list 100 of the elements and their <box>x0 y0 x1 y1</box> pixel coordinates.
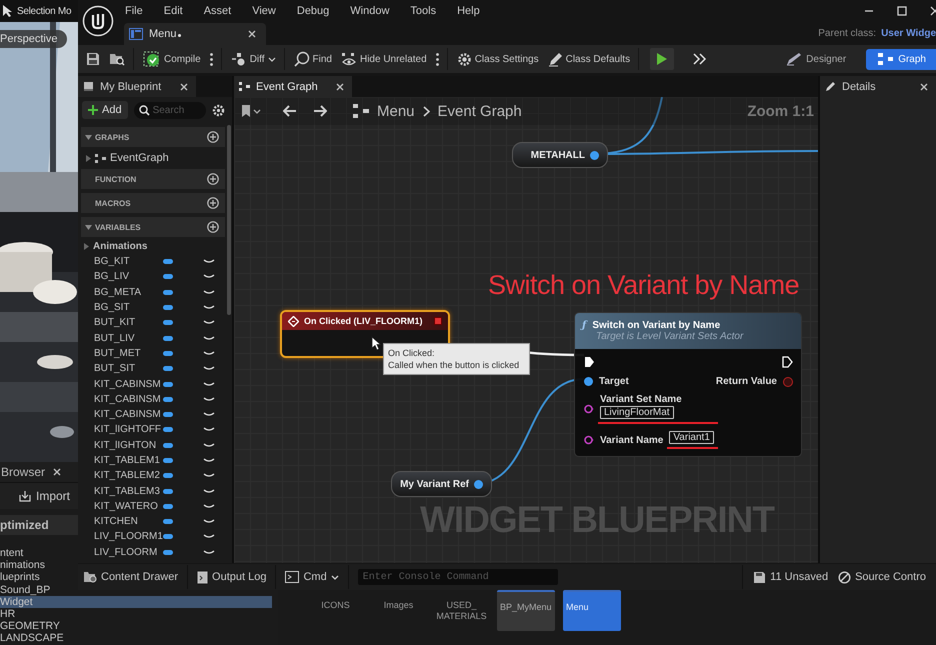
folder-tile[interactable]: USED_ MATERIALS <box>434 590 489 622</box>
variable-item[interactable]: KIT_TABLEM3 <box>94 486 163 497</box>
breadcrumb-item[interactable]: Event Graph <box>438 102 522 120</box>
class-defaults-button[interactable]: Class Defaults <box>548 48 640 70</box>
closed-eye-icon[interactable] <box>203 488 215 494</box>
variable-item[interactable]: KIT_TABLEM1 <box>94 455 163 466</box>
parent-class-link[interactable]: User Widge <box>881 28 936 39</box>
browser-tab[interactable]: Browser <box>1 465 46 479</box>
bottom-bar-button[interactable]: Cmd <box>285 565 349 589</box>
variable-item[interactable]: BG_KIT <box>94 256 163 268</box>
section-header[interactable]: GRAPHS <box>81 127 225 147</box>
section-header[interactable]: VARIABLES <box>81 217 225 237</box>
category-item[interactable]: Animations <box>93 241 148 252</box>
closed-eye-icon[interactable] <box>203 382 215 387</box>
diff-button[interactable]: Diff <box>230 48 285 70</box>
function-node[interactable]: ƒ Switch on Variant by Name Target is Level Variant Sets Actor Target Variant Set Name LivingFloorMat Variant Name Variant1 Return Value <box>574 312 802 457</box>
viewport-mode-label[interactable]: Perspective <box>0 30 68 48</box>
compile-button[interactable]: Compile <box>143 48 201 70</box>
scrollbar[interactable] <box>227 125 231 315</box>
collapsed-arrow-icon[interactable] <box>84 243 89 250</box>
closed-eye-icon[interactable] <box>203 473 215 478</box>
forward-arrow-icon[interactable] <box>313 105 327 117</box>
closed-eye-icon[interactable] <box>203 366 215 372</box>
close-icon[interactable] <box>930 6 936 16</box>
variable-item[interactable]: KIT_WATERO <box>94 500 163 512</box>
closed-eye-icon[interactable] <box>203 442 215 448</box>
section-header[interactable]: MACROS <box>81 193 225 213</box>
pin-icon[interactable] <box>584 404 594 414</box>
search-field[interactable]: Search <box>134 102 206 118</box>
variable-item[interactable]: BUT_LIV <box>94 332 163 344</box>
hide-unrelated-button[interactable]: Hide Unrelated <box>340 48 427 70</box>
closed-eye-icon[interactable] <box>203 412 215 418</box>
top-bar-entry[interactable]: Tools <box>410 5 436 17</box>
import-button[interactable]: Import <box>18 489 70 503</box>
add-circle-icon[interactable] <box>207 173 219 185</box>
folder-tile[interactable]: Images <box>371 590 426 611</box>
bookmark-icon[interactable] <box>241 105 261 117</box>
variable-node[interactable]: My Variant Ref <box>391 471 492 497</box>
settings-icon[interactable] <box>212 104 225 116</box>
closed-eye-icon[interactable] <box>203 458 215 463</box>
folder-item[interactable]: LANDSCAPE <box>0 632 64 644</box>
maximize-icon[interactable] <box>897 6 907 16</box>
closed-eye-icon[interactable] <box>203 427 215 432</box>
play-button[interactable] <box>650 48 674 70</box>
closed-eye-icon[interactable] <box>203 259 215 264</box>
pin-icon[interactable] <box>474 480 483 488</box>
folder-item[interactable]: Sound_BP <box>0 584 50 596</box>
add-circle-icon[interactable] <box>207 131 219 143</box>
pin-icon[interactable] <box>584 435 594 445</box>
my-blueprint-tab[interactable]: My Blueprint <box>78 76 196 97</box>
bottom-bar-button[interactable]: Output Log <box>197 565 276 589</box>
add-circle-icon[interactable] <box>207 197 219 209</box>
top-bar-entry[interactable]: File <box>125 5 143 17</box>
browse-button[interactable] <box>109 48 134 70</box>
event-graph-tab[interactable]: Event Graph <box>234 76 352 97</box>
variable-item[interactable]: BG_SIT <box>94 302 163 314</box>
exec-in-pin-icon[interactable] <box>584 356 595 368</box>
collapsed-arrow-icon[interactable] <box>86 154 91 162</box>
variable-item[interactable]: LIV_FLOORM <box>94 546 163 558</box>
closed-eye-icon[interactable] <box>203 550 215 555</box>
delegate-pin-icon[interactable] <box>434 317 442 325</box>
closed-eye-icon[interactable] <box>203 504 215 509</box>
folder-item[interactable]: ntent <box>0 547 24 560</box>
folder-item[interactable]: lueprints <box>0 571 40 584</box>
variable-item[interactable]: BUT_MET <box>94 348 163 359</box>
variable-item[interactable]: BG_LIV <box>94 271 163 282</box>
variable-item[interactable]: KIT_TABLEM2 <box>94 470 163 482</box>
close-icon[interactable] <box>336 82 344 90</box>
variable-item[interactable]: KIT_lIGHTON <box>94 440 163 451</box>
section-header[interactable]: FUNCTION <box>81 169 225 189</box>
variable-node[interactable]: METAHALL <box>512 142 608 168</box>
variable-item[interactable]: BUT_KIT <box>94 317 163 328</box>
folder-item[interactable]: nimations <box>0 559 45 572</box>
find-button[interactable]: Find <box>294 48 332 70</box>
closed-eye-icon[interactable] <box>203 320 215 326</box>
class-settings-button[interactable]: Class Settings <box>456 48 539 70</box>
folder-item[interactable]: GEOMETRY <box>0 620 60 632</box>
value-field[interactable]: Variant1 <box>669 431 714 444</box>
closed-eye-icon[interactable] <box>203 534 215 540</box>
top-bar-entry[interactable]: Help <box>457 5 480 17</box>
graph-canvas[interactable] <box>234 97 818 563</box>
closed-eye-icon[interactable] <box>203 519 215 524</box>
top-bar-entry[interactable]: Window <box>350 5 390 17</box>
details-tab[interactable]: Details <box>820 76 936 97</box>
variable-item[interactable]: KITCHEN <box>94 516 163 528</box>
top-bar-entry[interactable]: Asset <box>204 5 232 17</box>
folder-item[interactable]: Widget <box>0 596 272 608</box>
variable-item[interactable]: KIT_CABINSM <box>94 394 163 405</box>
add-circle-icon[interactable] <box>207 221 219 233</box>
close-icon[interactable] <box>248 30 256 38</box>
graph-button[interactable]: Graph <box>866 48 936 70</box>
bottom-bar-button[interactable]: Content Drawer <box>83 565 188 589</box>
closed-eye-icon[interactable] <box>203 336 215 341</box>
more-button[interactable] <box>436 48 448 70</box>
close-icon[interactable] <box>53 468 62 476</box>
designer-button[interactable]: Designer <box>778 48 854 70</box>
closed-eye-icon[interactable] <box>203 350 215 356</box>
pin-icon[interactable] <box>590 150 599 160</box>
close-icon[interactable] <box>180 82 188 90</box>
file-tile[interactable]: BP_MyMenu <box>497 590 555 631</box>
